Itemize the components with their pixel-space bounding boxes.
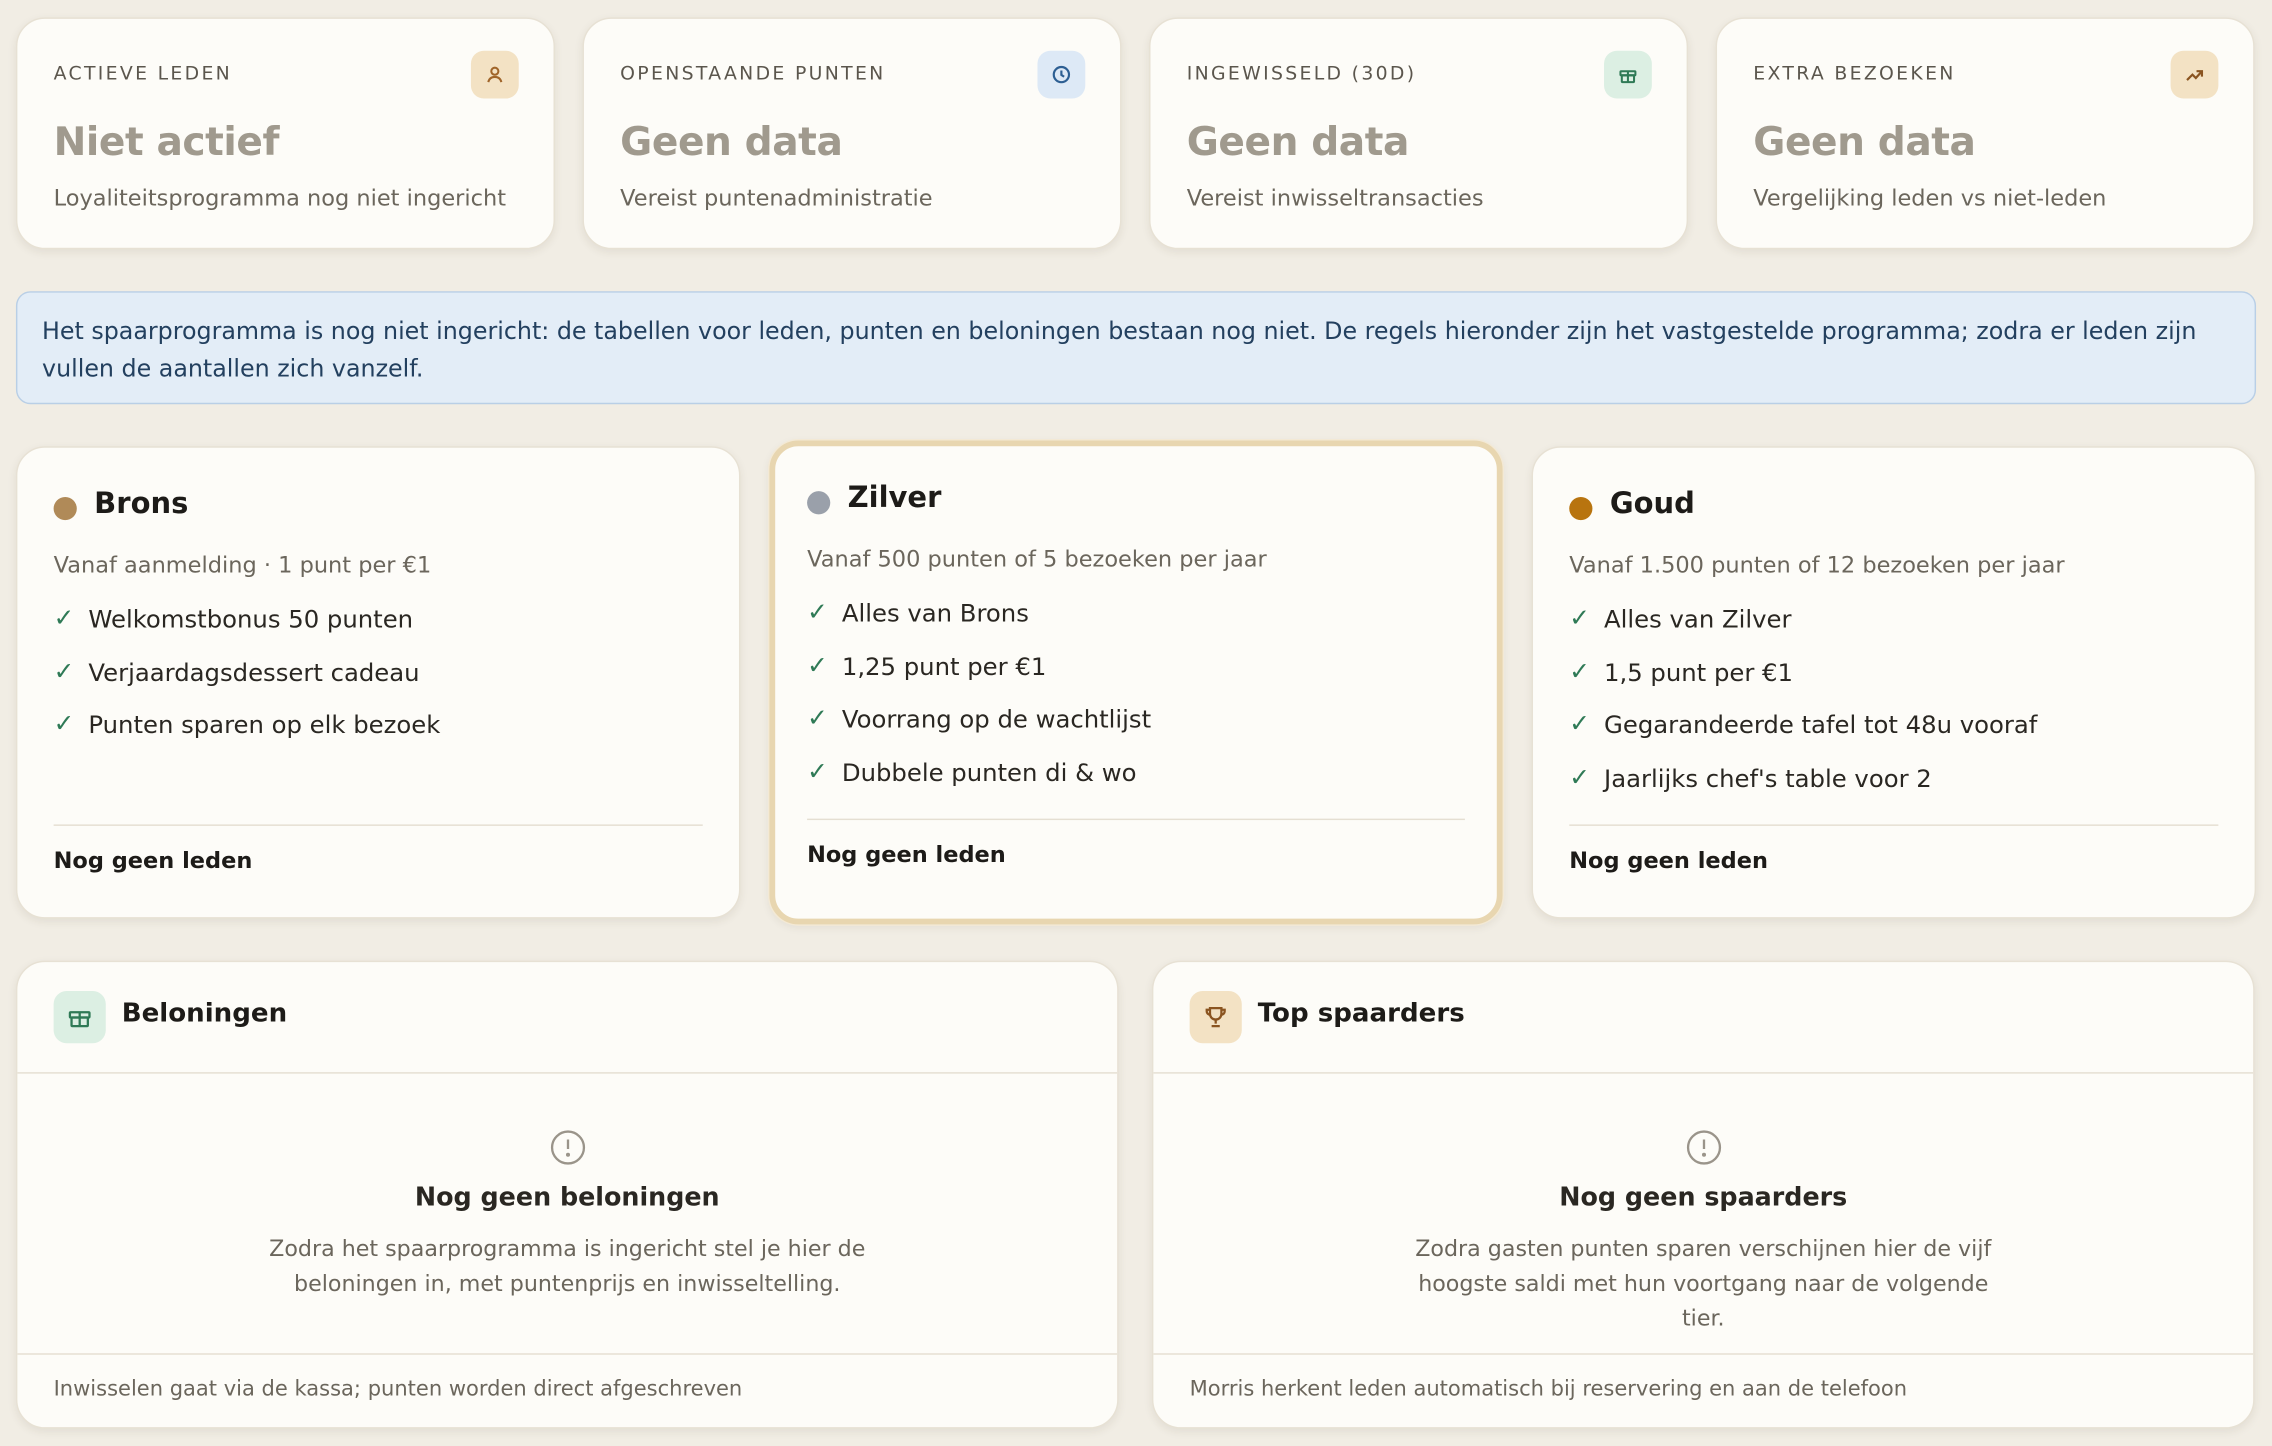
empty-state-title: Nog geen spaarders <box>1559 1183 1848 1213</box>
kpi-subtext: Loyaliteitsprogramma nog niet ingericht <box>53 185 507 212</box>
tier-perks: ✓ Alles van Brons ✓ 1,25 punt per €1 ✓ Voor… <box>807 598 1151 810</box>
trend-up-icon <box>2170 50 2219 99</box>
perk-label: Punten sparen op elk bezoek <box>88 709 441 739</box>
check-icon: ✓ <box>53 709 75 739</box>
tier-name: Zilver <box>847 479 942 515</box>
tier-dot-icon <box>1569 496 1593 521</box>
perk-label: Dubbele punten di & wo <box>841 757 1137 787</box>
kpi-label: EXTRA BEZOEKEN <box>1753 63 1956 86</box>
tier-name: Goud <box>1609 485 1695 521</box>
divider <box>807 818 1465 821</box>
check-icon: ✓ <box>53 657 75 687</box>
check-icon: ✓ <box>807 704 828 734</box>
kpi-card-extra-visits: EXTRA BEZOEKEN Geen data Vergelijking le… <box>1715 17 2255 250</box>
tier-requirement: Vanaf aanmelding · 1 punt per €1 <box>53 552 432 579</box>
top-savers-panel: Top spaarders Nog geen spaarders Zodra g… <box>1151 960 2255 1429</box>
perk-item: ✓ Gegarandeerde tafel tot 48u vooraf <box>1569 710 2037 763</box>
check-icon: ✓ <box>53 604 75 634</box>
trophy-icon <box>1189 991 1242 1044</box>
empty-state-text: Zodra het spaarprogramma is ingericht st… <box>269 1235 866 1297</box>
perk-item: ✓ 1,5 punt per €1 <box>1569 657 2037 710</box>
kpi-label: INGEWISSELD (30D) <box>1186 63 1417 86</box>
empty-state-text: Zodra gasten punten sparen verschijnen h… <box>1415 1235 1992 1332</box>
kpi-subtext: Vereist inwisseltransacties <box>1186 185 1484 212</box>
user-icon <box>470 50 519 99</box>
tier-dot-icon <box>53 496 77 521</box>
tier-requirement: Vanaf 500 punten of 5 bezoeken per jaar <box>807 546 1267 573</box>
rewards-panel: Beloningen Nog geen beloningen Zodra het… <box>15 960 1119 1429</box>
perk-label: Voorrang op de wachtlijst <box>841 704 1152 734</box>
perk-item: ✓ Alles van Zilver <box>1569 604 2037 657</box>
panel-footer: Morris herkent leden automatisch bij res… <box>1189 1377 1908 1402</box>
tier-card-goud: Goud Vanaf 1.500 punten of 12 bezoeken p… <box>1531 446 2257 919</box>
divider <box>17 1353 1118 1355</box>
check-icon: ✓ <box>1569 762 1590 792</box>
perk-item: ✓ Dubbele punten di & wo <box>807 757 1151 810</box>
gift-icon <box>1604 50 1652 99</box>
kpi-value: Niet actief <box>53 120 280 166</box>
kpi-value: Geen data <box>620 120 843 166</box>
perk-label: Gegarandeerde tafel tot 48u vooraf <box>1604 709 2038 739</box>
info-banner: Het spaarprogramma is nog niet ingericht… <box>15 291 2257 405</box>
check-icon: ✓ <box>807 757 828 787</box>
perk-item: ✓ Jaarlijks chef's table voor 2 <box>1569 763 2037 816</box>
perk-item: ✓ Voorrang op de wachtlijst <box>807 704 1151 757</box>
perk-label: Jaarlijks chef's table voor 2 <box>1604 762 1932 792</box>
alert-circle-icon <box>550 1130 585 1165</box>
kpi-card-redeemed-30d: INGEWISSELD (30D) Geen data Vereist inwi… <box>1149 17 1689 250</box>
check-icon: ✓ <box>807 598 828 628</box>
perk-item: ✓ Punten sparen op elk bezoek <box>54 710 441 763</box>
loyalty-dashboard: ACTIEVE LEDEN Niet actief Loyaliteitspro… <box>0 0 2272 1446</box>
kpi-label: OPENSTAANDE PUNTEN <box>620 63 886 86</box>
divider <box>53 824 703 826</box>
check-icon: ✓ <box>1569 657 1590 687</box>
divider <box>1153 1072 2254 1074</box>
perk-item: ✓ Welkomstbonus 50 punten <box>54 604 441 657</box>
clock-icon <box>1037 50 1086 99</box>
tier-member-count: Nog geen leden <box>1569 847 1768 874</box>
check-icon: ✓ <box>1569 709 1590 739</box>
divider <box>1569 824 2219 826</box>
divider <box>17 1072 1118 1074</box>
perk-item: ✓ 1,25 punt per €1 <box>807 651 1151 704</box>
check-icon: ✓ <box>807 651 828 681</box>
empty-state-title: Nog geen beloningen <box>414 1183 720 1213</box>
tier-card-brons: Brons Vanaf aanmelding · 1 punt per €1 ✓… <box>15 446 741 919</box>
tier-member-count: Nog geen leden <box>53 847 253 874</box>
kpi-subtext: Vergelijking leden vs niet-leden <box>1753 185 2107 212</box>
perk-label: 1,5 punt per €1 <box>1604 657 1794 687</box>
perk-item: ✓ Alles van Brons <box>807 598 1151 651</box>
perk-label: Verjaardagsdessert cadeau <box>88 657 420 687</box>
perk-label: Alles van Zilver <box>1604 604 1792 634</box>
tier-perks: ✓ Welkomstbonus 50 punten ✓ Verjaardagsdes… <box>54 604 441 763</box>
perk-label: Welkomstbonus 50 punten <box>88 604 414 634</box>
perk-label: Alles van Brons <box>841 598 1029 628</box>
tier-name: Brons <box>94 485 189 521</box>
panel-footer: Inwisselen gaat via de kassa; punten wor… <box>53 1377 743 1402</box>
check-icon: ✓ <box>1569 604 1590 634</box>
divider <box>1153 1353 2254 1355</box>
tier-card-zilver: Zilver Vanaf 500 punten of 5 bezoeken pe… <box>769 440 1503 925</box>
tier-member-count: Nog geen leden <box>807 841 1006 868</box>
tier-requirement: Vanaf 1.500 punten of 12 bezoeken per ja… <box>1569 552 2065 579</box>
gift-icon <box>53 991 106 1044</box>
kpi-subtext: Vereist puntenadministratie <box>620 185 933 212</box>
tier-perks: ✓ Alles van Zilver ✓ 1,5 punt per €1 ✓ Gega… <box>1569 604 2037 816</box>
kpi-value: Geen data <box>1186 120 1410 166</box>
perk-item: ✓ Verjaardagsdessert cadeau <box>54 657 441 710</box>
perk-label: 1,25 punt per €1 <box>841 651 1047 681</box>
kpi-card-active-members: ACTIEVE LEDEN Niet actief Loyaliteitspro… <box>15 17 555 250</box>
panel-title: Top spaarders <box>1257 998 1465 1029</box>
kpi-label: ACTIEVE LEDEN <box>53 63 233 86</box>
panel-title: Beloningen <box>121 998 288 1029</box>
tier-dot-icon <box>807 491 831 515</box>
kpi-card-outstanding-points: OPENSTAANDE PUNTEN Geen data Vereist pun… <box>582 17 1122 250</box>
alert-circle-icon <box>1686 1130 1721 1165</box>
kpi-value: Geen data <box>1753 120 1976 166</box>
